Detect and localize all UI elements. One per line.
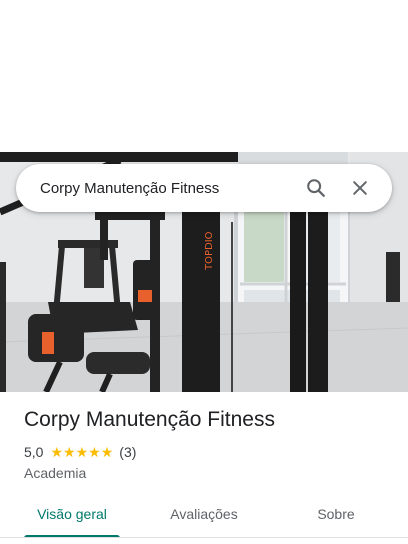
star-icon: ★ — [100, 444, 114, 460]
place-name: Corpy Manutenção Fitness — [24, 408, 275, 431]
blank-header-area — [0, 0, 408, 152]
search-input[interactable]: Corpy Manutenção Fitness — [40, 180, 298, 197]
rating-row[interactable]: 5,0 ★ ★ ★ ★ ★ (3) — [24, 444, 136, 460]
tab-label: Avaliações — [170, 506, 238, 522]
search-bar[interactable]: Corpy Manutenção Fitness — [16, 164, 392, 212]
tab-sobre[interactable]: Sobre — [298, 494, 374, 534]
tab-label: Visão geral — [37, 506, 107, 522]
star-icon: ★ — [63, 444, 76, 460]
rating-value: 5,0 — [24, 444, 44, 460]
star-icon: ★ — [75, 444, 89, 460]
place-category[interactable]: Academia — [24, 465, 86, 481]
tab-avaliacoes[interactable]: Avaliações — [156, 494, 252, 534]
close-icon — [353, 181, 367, 195]
star-icon: ★ — [88, 444, 101, 460]
tab-visao-geral[interactable]: Visão geral — [24, 494, 120, 538]
tab-label: Sobre — [317, 506, 355, 522]
star-icon: ★ — [50, 444, 64, 460]
search-button[interactable] — [298, 170, 334, 206]
clear-search-button[interactable] — [342, 170, 378, 206]
search-icon — [307, 179, 325, 197]
tabs-divider — [0, 537, 408, 538]
review-count[interactable]: (3) — [119, 444, 136, 460]
place-tabs: Visão geral Avaliações Sobre — [0, 494, 408, 538]
brand-text: TOPDIO — [204, 231, 215, 271]
rating-stars: ★ ★ ★ ★ ★ — [50, 445, 113, 459]
